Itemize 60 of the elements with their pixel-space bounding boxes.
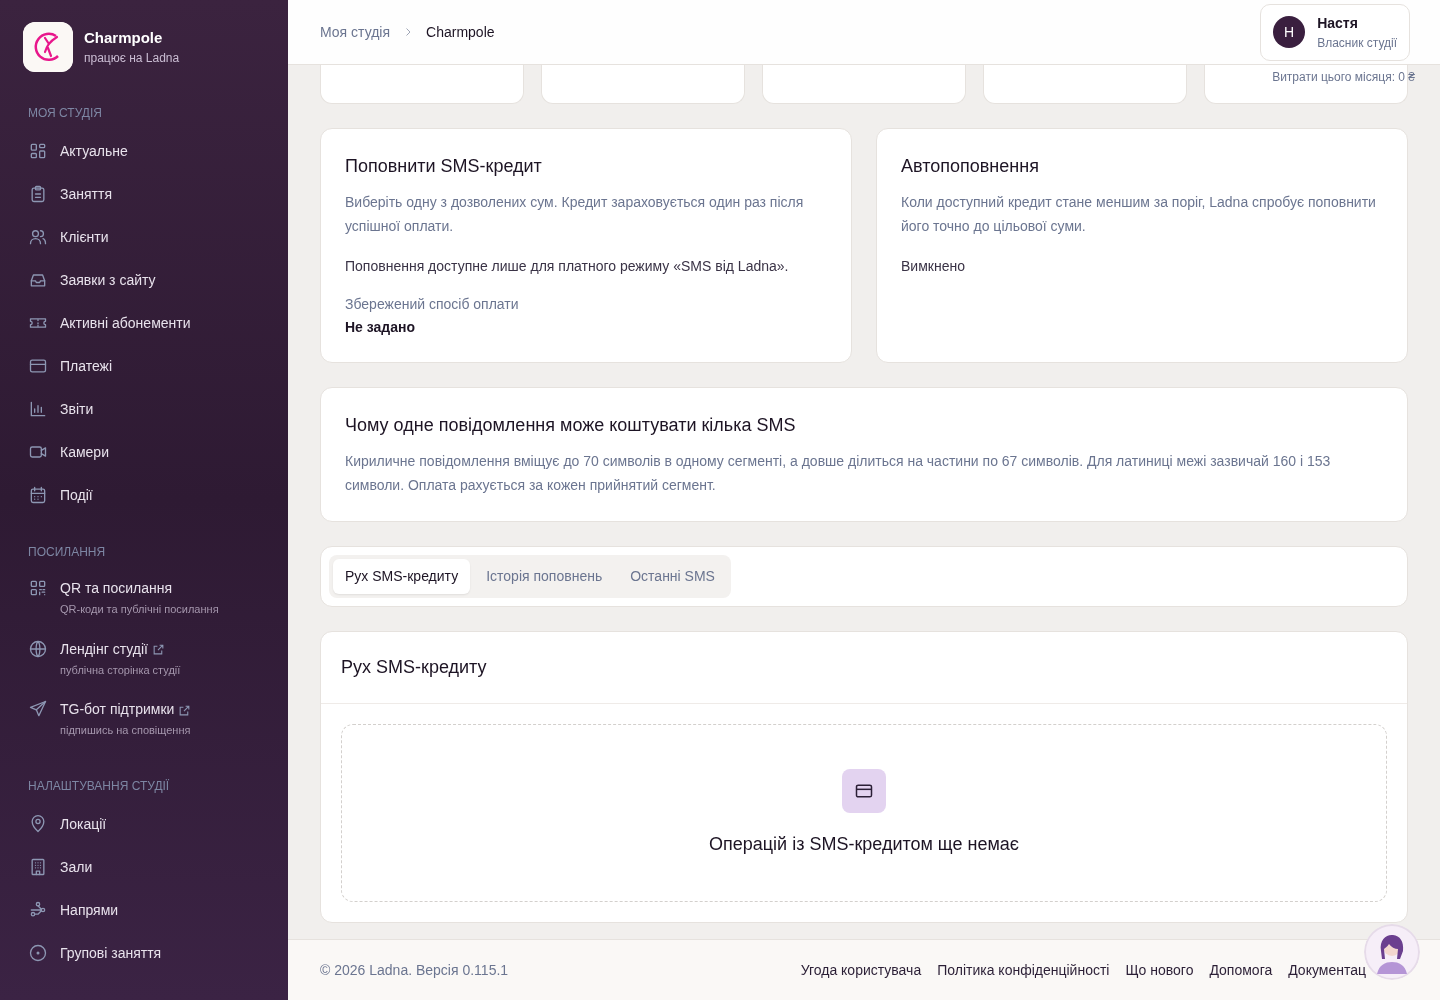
sidebar-item[interactable]: Групові заняття xyxy=(0,931,288,975)
sidebar-item[interactable]: Заняття xyxy=(0,173,288,216)
monthly-spend: Витрати цього місяця: 0 ₴ xyxy=(1272,69,1415,86)
card-description: Виберіть одну з дозволених сум. Кредит зараховується один раз після успішної оплати. xyxy=(345,193,805,236)
sidebar-item[interactable]: Зали xyxy=(0,845,288,889)
sidebar-item[interactable]: Звіти xyxy=(0,388,288,431)
sidebar-item[interactable]: Клієнти xyxy=(0,216,288,259)
footer-link[interactable]: Документац xyxy=(1288,959,1366,981)
tab[interactable]: Рух SMS-кредиту xyxy=(333,559,471,594)
calendar-icon xyxy=(28,485,48,505)
tab[interactable]: Останні SMS xyxy=(618,559,727,594)
sidebar-item[interactable]: Платежі xyxy=(0,345,288,388)
logo-icon xyxy=(23,22,73,72)
sidebar-item[interactable]: TG-бот підтримки підпишись на сповіщення xyxy=(0,690,288,751)
brand-subtitle: працює на Ladna xyxy=(84,50,180,68)
status-text: Вимкнено xyxy=(901,257,966,276)
card-description: Коли доступний кредит стане меншим за поріг, Ladna спробує поповнити його точно до цільової суми. xyxy=(901,193,1377,236)
sidebar-item[interactable]: Локації xyxy=(0,802,288,846)
brand-name: Charmpole xyxy=(84,27,164,48)
users-icon xyxy=(28,227,48,247)
breadcrumb-current: Charmpole xyxy=(426,22,495,42)
field-label: Збережений спосіб оплати xyxy=(345,295,520,314)
breadcrumb-link[interactable]: Моя студія xyxy=(320,21,391,43)
copyright-text: © 2026 Ladna. Версія 0.115.1 xyxy=(320,960,509,980)
card-description: Кириличне повідомлення вміщує до 70 символів в одному сегменті, а довше ділиться на частини по 67 символів. Для латиниці межі зазвичай 160 і 153 символи. Оплата рахується за кожен прийнятий сегмент. xyxy=(345,452,1332,495)
section-heading: МОЯ СТУДІЯ xyxy=(27,105,103,122)
field-value: Не задано xyxy=(345,318,417,337)
footer-link[interactable]: Допомога xyxy=(1209,959,1273,981)
globe-icon xyxy=(28,638,48,659)
assistant-avatar[interactable] xyxy=(1364,924,1420,980)
sidebar-item[interactable]: Камери xyxy=(0,431,288,474)
card-title: Автопоповнення xyxy=(901,155,1040,178)
paper-plane-icon xyxy=(28,699,48,719)
qr-code-icon xyxy=(28,578,48,598)
sidebar-item[interactable]: Актуальне xyxy=(0,130,288,173)
sidebar-item[interactable]: QR та посилання QR-коди та публічні посилання xyxy=(0,569,288,630)
empty-message: Операцій із SMS-кредитом ще немає xyxy=(709,832,1019,856)
user-role: Власник студії xyxy=(1317,34,1397,52)
user-menu[interactable]: Н Настя Власник студії xyxy=(1260,3,1410,61)
section-heading: НАЛАШТУВАННЯ СТУДІЇ xyxy=(27,777,171,795)
circle-dot-icon xyxy=(28,942,48,963)
sidebar-item[interactable]: Напрями xyxy=(0,888,288,932)
sidebar-item[interactable]: Активні абонементи xyxy=(0,302,288,345)
footer-link[interactable]: Політика конфіденційності xyxy=(937,959,1110,981)
tab[interactable]: Історія поповнень xyxy=(474,559,615,594)
footer-link[interactable]: Що нового xyxy=(1125,959,1194,981)
user-avatar: Н xyxy=(1273,16,1306,48)
sidebar-item[interactable]: Лендінг студії публічна сторінка студії xyxy=(0,629,288,690)
grid-icon xyxy=(28,141,48,161)
card-title: Чому одне повідомлення може коштувати кілька SMS xyxy=(345,414,797,437)
user-name: Настя xyxy=(1317,13,1359,33)
card-note: Поповнення доступне лише для платного режиму «SMS від Ladna». xyxy=(345,257,790,276)
sidebar-item[interactable]: Заявки з сайту xyxy=(0,259,288,302)
card-title: Поповнити SMS-кредит xyxy=(345,155,543,178)
panel-title: Рух SMS-кредиту xyxy=(321,632,1407,704)
footer-link[interactable]: Угода користувача xyxy=(800,959,922,981)
section-heading: ПОСИЛАННЯ xyxy=(27,544,107,561)
bar-chart-icon xyxy=(28,399,48,419)
empty-icon xyxy=(842,768,886,813)
sidebar-item[interactable]: Події xyxy=(0,474,288,517)
